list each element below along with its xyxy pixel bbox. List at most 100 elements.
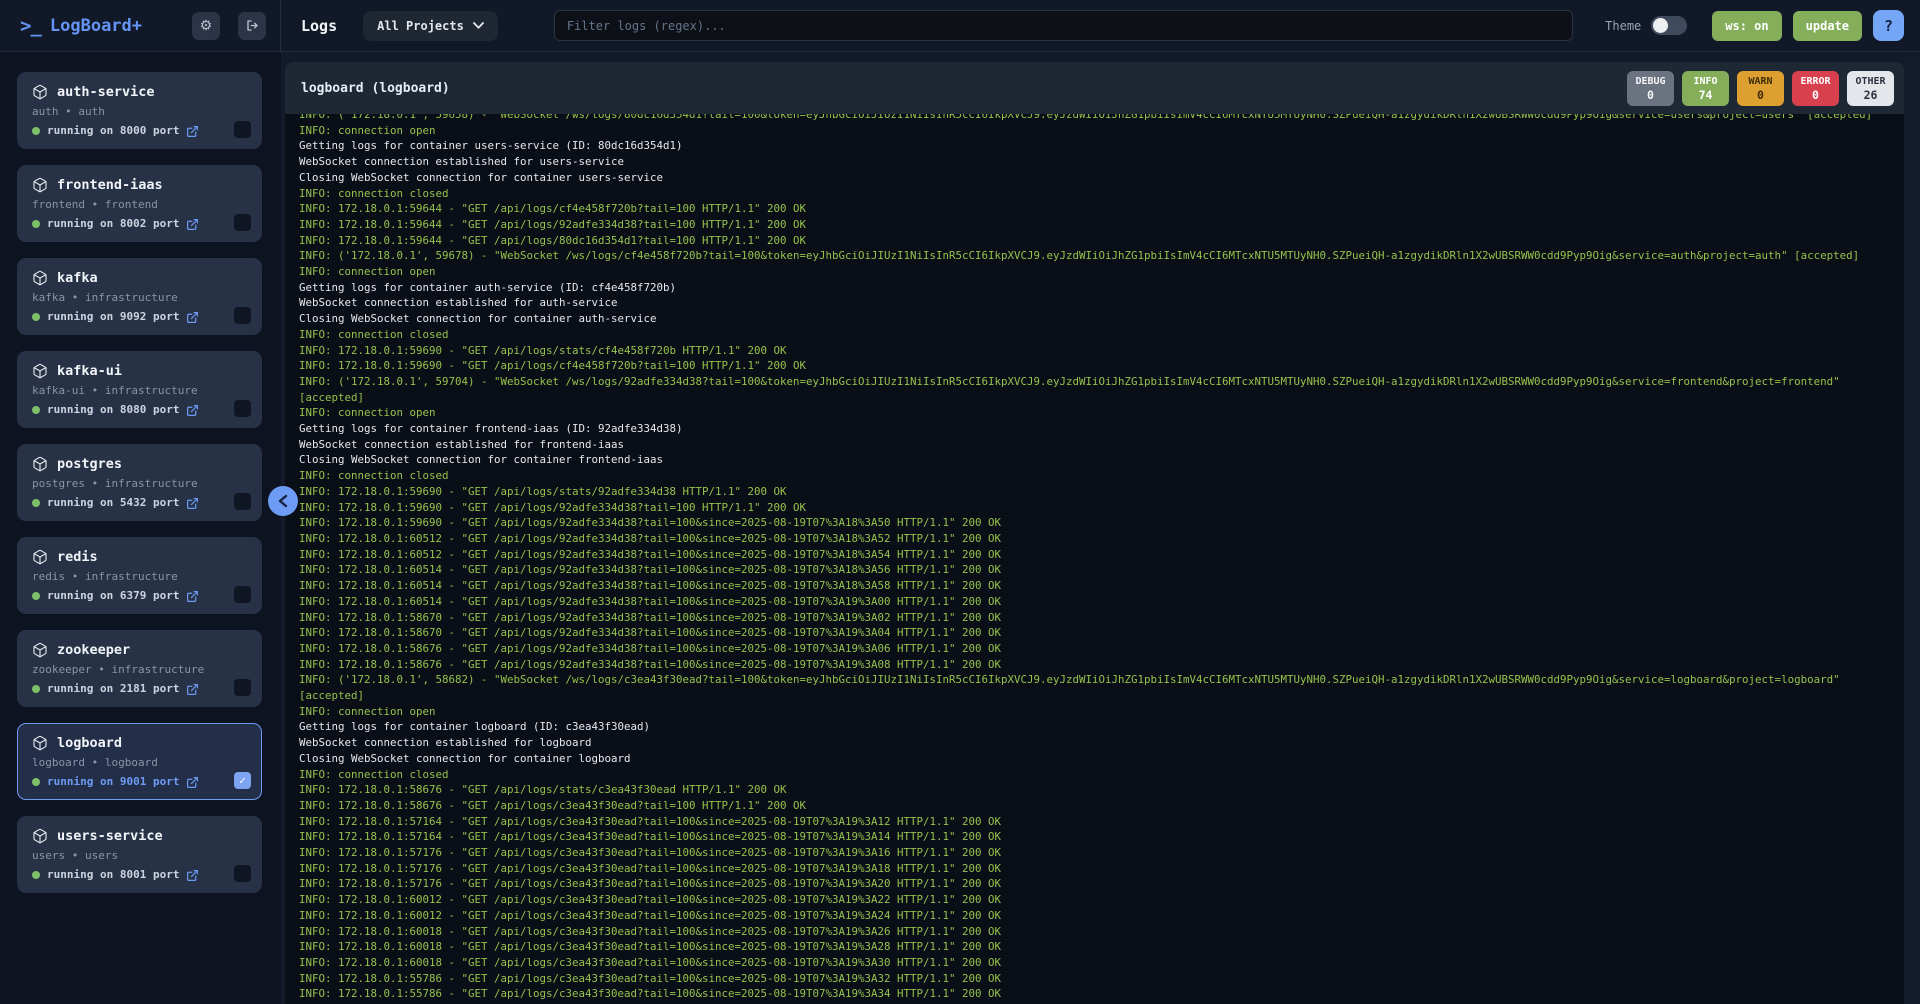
log-line: INFO: 172.18.0.1:60018 - "GET /api/logs/… xyxy=(299,924,1904,940)
chevron-down-icon xyxy=(473,22,484,29)
service-subtitle: users • users xyxy=(32,849,249,862)
service-list: auth-service auth • auth running on 8000… xyxy=(17,72,262,893)
log-line: INFO: 172.18.0.1:57176 - "GET /api/logs/… xyxy=(299,876,1904,892)
badge-count: 26 xyxy=(1855,88,1886,102)
log-line: INFO: connection closed xyxy=(299,767,1904,783)
project-filter-value: All Projects xyxy=(377,19,464,33)
app-title: LogBoard+ xyxy=(50,16,142,36)
service-card-top: kafka-ui xyxy=(32,363,249,379)
log-line: Getting logs for container logboard (ID:… xyxy=(299,719,1904,735)
service-name: auth-service xyxy=(57,84,155,100)
project-filter-dropdown[interactable]: All Projects xyxy=(363,11,498,41)
service-status-row: running on 2181 port xyxy=(32,682,249,696)
status-dot xyxy=(32,685,40,693)
status-dot xyxy=(32,871,40,879)
service-checkbox[interactable] xyxy=(234,679,251,696)
log-line: INFO: 172.18.0.1:59690 - "GET /api/logs/… xyxy=(299,343,1904,359)
log-line: INFO: 172.18.0.1:58670 - "GET /api/logs/… xyxy=(299,610,1904,626)
external-link-icon[interactable] xyxy=(186,497,199,510)
service-checkbox[interactable] xyxy=(234,865,251,882)
service-checkbox[interactable] xyxy=(234,121,251,138)
service-checkbox[interactable] xyxy=(234,493,251,510)
service-card-zookeeper[interactable]: zookeeper zookeeper • infrastructure run… xyxy=(17,630,262,707)
package-icon xyxy=(32,456,48,472)
service-card-kafka-ui[interactable]: kafka-ui kafka-ui • infrastructure runni… xyxy=(17,351,262,428)
service-status-text: running on 9092 port xyxy=(47,310,179,324)
settings-button[interactable]: ⚙ xyxy=(192,12,220,40)
external-link-icon[interactable] xyxy=(186,869,199,882)
service-status-row: running on 6379 port xyxy=(32,589,249,603)
service-card-top: zookeeper xyxy=(32,642,249,658)
app-root: >_ LogBoard+ ⚙ Logs All Projects Theme xyxy=(0,0,1920,1004)
log-line: INFO: 172.18.0.1:59690 - "GET /api/logs/… xyxy=(299,515,1904,531)
package-icon xyxy=(32,828,48,844)
log-line: INFO: 172.18.0.1:57164 - "GET /api/logs/… xyxy=(299,814,1904,830)
service-card-top: redis xyxy=(32,549,249,565)
badge-debug[interactable]: DEBUG0 xyxy=(1627,71,1674,106)
log-line: INFO: 172.18.0.1:58676 - "GET /api/logs/… xyxy=(299,798,1904,814)
service-checkbox[interactable] xyxy=(234,214,251,231)
badge-count: 74 xyxy=(1690,88,1721,102)
badge-info[interactable]: INFO74 xyxy=(1682,71,1729,106)
service-checkbox[interactable] xyxy=(234,400,251,417)
status-dot xyxy=(32,778,40,786)
service-name: logboard xyxy=(57,735,122,751)
log-output[interactable]: INFO: ('172.18.0.1', 59658) - "WebSocket… xyxy=(285,114,1904,1004)
log-line: INFO: 172.18.0.1:58676 - "GET /api/logs/… xyxy=(299,657,1904,673)
service-name: frontend-iaas xyxy=(57,177,163,193)
service-card-redis[interactable]: redis redis • infrastructure running on … xyxy=(17,537,262,614)
help-button[interactable]: ? xyxy=(1873,10,1904,41)
external-link-icon[interactable] xyxy=(186,404,199,417)
external-link-icon[interactable] xyxy=(186,311,199,324)
log-line: INFO: 172.18.0.1:60012 - "GET /api/logs/… xyxy=(299,892,1904,908)
theme-group: Theme xyxy=(1605,16,1687,35)
main-area: logboard (logboard) DEBUG0INFO74WARN0ERR… xyxy=(281,52,1920,1004)
log-line: INFO: 172.18.0.1:60514 - "GET /api/logs/… xyxy=(299,578,1904,594)
service-card-top: postgres xyxy=(32,456,249,472)
service-card-frontend-iaas[interactable]: frontend-iaas frontend • frontend runnin… xyxy=(17,165,262,242)
log-line: INFO: 172.18.0.1:59690 - "GET /api/logs/… xyxy=(299,484,1904,500)
log-line: INFO: 172.18.0.1:60018 - "GET /api/logs/… xyxy=(299,955,1904,971)
log-lines: INFO: ('172.18.0.1', 59658) - "WebSocket… xyxy=(299,114,1904,1002)
log-line: WebSocket connection established for aut… xyxy=(299,295,1904,311)
external-link-icon[interactable] xyxy=(186,125,199,138)
ws-status-button[interactable]: ws: on xyxy=(1712,11,1781,41)
external-link-icon[interactable] xyxy=(186,590,199,603)
service-name: postgres xyxy=(57,456,122,472)
external-link-icon[interactable] xyxy=(186,776,199,789)
toggle-knob xyxy=(1653,18,1668,33)
logout-button[interactable] xyxy=(238,12,266,40)
status-dot xyxy=(32,406,40,414)
package-icon xyxy=(32,642,48,658)
log-line: WebSocket connection established for log… xyxy=(299,735,1904,751)
theme-toggle[interactable] xyxy=(1651,16,1687,35)
sidebar-collapse-button[interactable] xyxy=(268,486,298,516)
log-line: INFO: 172.18.0.1:57176 - "GET /api/logs/… xyxy=(299,845,1904,861)
package-icon xyxy=(32,735,48,751)
log-line: INFO: 172.18.0.1:55786 - "GET /api/logs/… xyxy=(299,971,1904,987)
service-card-logboard[interactable]: logboard logboard • logboard running on … xyxy=(17,723,262,800)
update-button[interactable]: update xyxy=(1793,11,1862,41)
service-card-kafka[interactable]: kafka kafka • infrastructure running on … xyxy=(17,258,262,335)
service-status-row: running on 9001 port xyxy=(32,775,249,789)
log-line: INFO: 172.18.0.1:60514 - "GET /api/logs/… xyxy=(299,562,1904,578)
external-link-icon[interactable] xyxy=(186,218,199,231)
log-line: INFO: 172.18.0.1:60018 - "GET /api/logs/… xyxy=(299,939,1904,955)
log-filter-input[interactable] xyxy=(554,10,1573,41)
external-link-icon[interactable] xyxy=(186,683,199,696)
badge-error[interactable]: ERROR0 xyxy=(1792,71,1839,106)
badge-warn[interactable]: WARN0 xyxy=(1737,71,1784,106)
log-line: INFO: ('172.18.0.1', 59704) - "WebSocket… xyxy=(299,374,1904,390)
service-status-row: running on 8080 port xyxy=(32,403,249,417)
service-card-postgres[interactable]: postgres postgres • infrastructure runni… xyxy=(17,444,262,521)
service-card-auth-service[interactable]: auth-service auth • auth running on 8000… xyxy=(17,72,262,149)
log-line: INFO: connection open xyxy=(299,704,1904,720)
log-line: Closing WebSocket connection for contain… xyxy=(299,170,1904,186)
badge-other[interactable]: OTHER26 xyxy=(1847,71,1894,106)
service-status-row: running on 8002 port xyxy=(32,217,249,231)
service-checkbox[interactable] xyxy=(234,307,251,324)
service-checkbox[interactable] xyxy=(234,586,251,603)
service-card-users-service[interactable]: users-service users • users running on 8… xyxy=(17,816,262,893)
service-checkbox[interactable]: ✓ xyxy=(234,772,251,789)
service-subtitle: postgres • infrastructure xyxy=(32,477,249,490)
